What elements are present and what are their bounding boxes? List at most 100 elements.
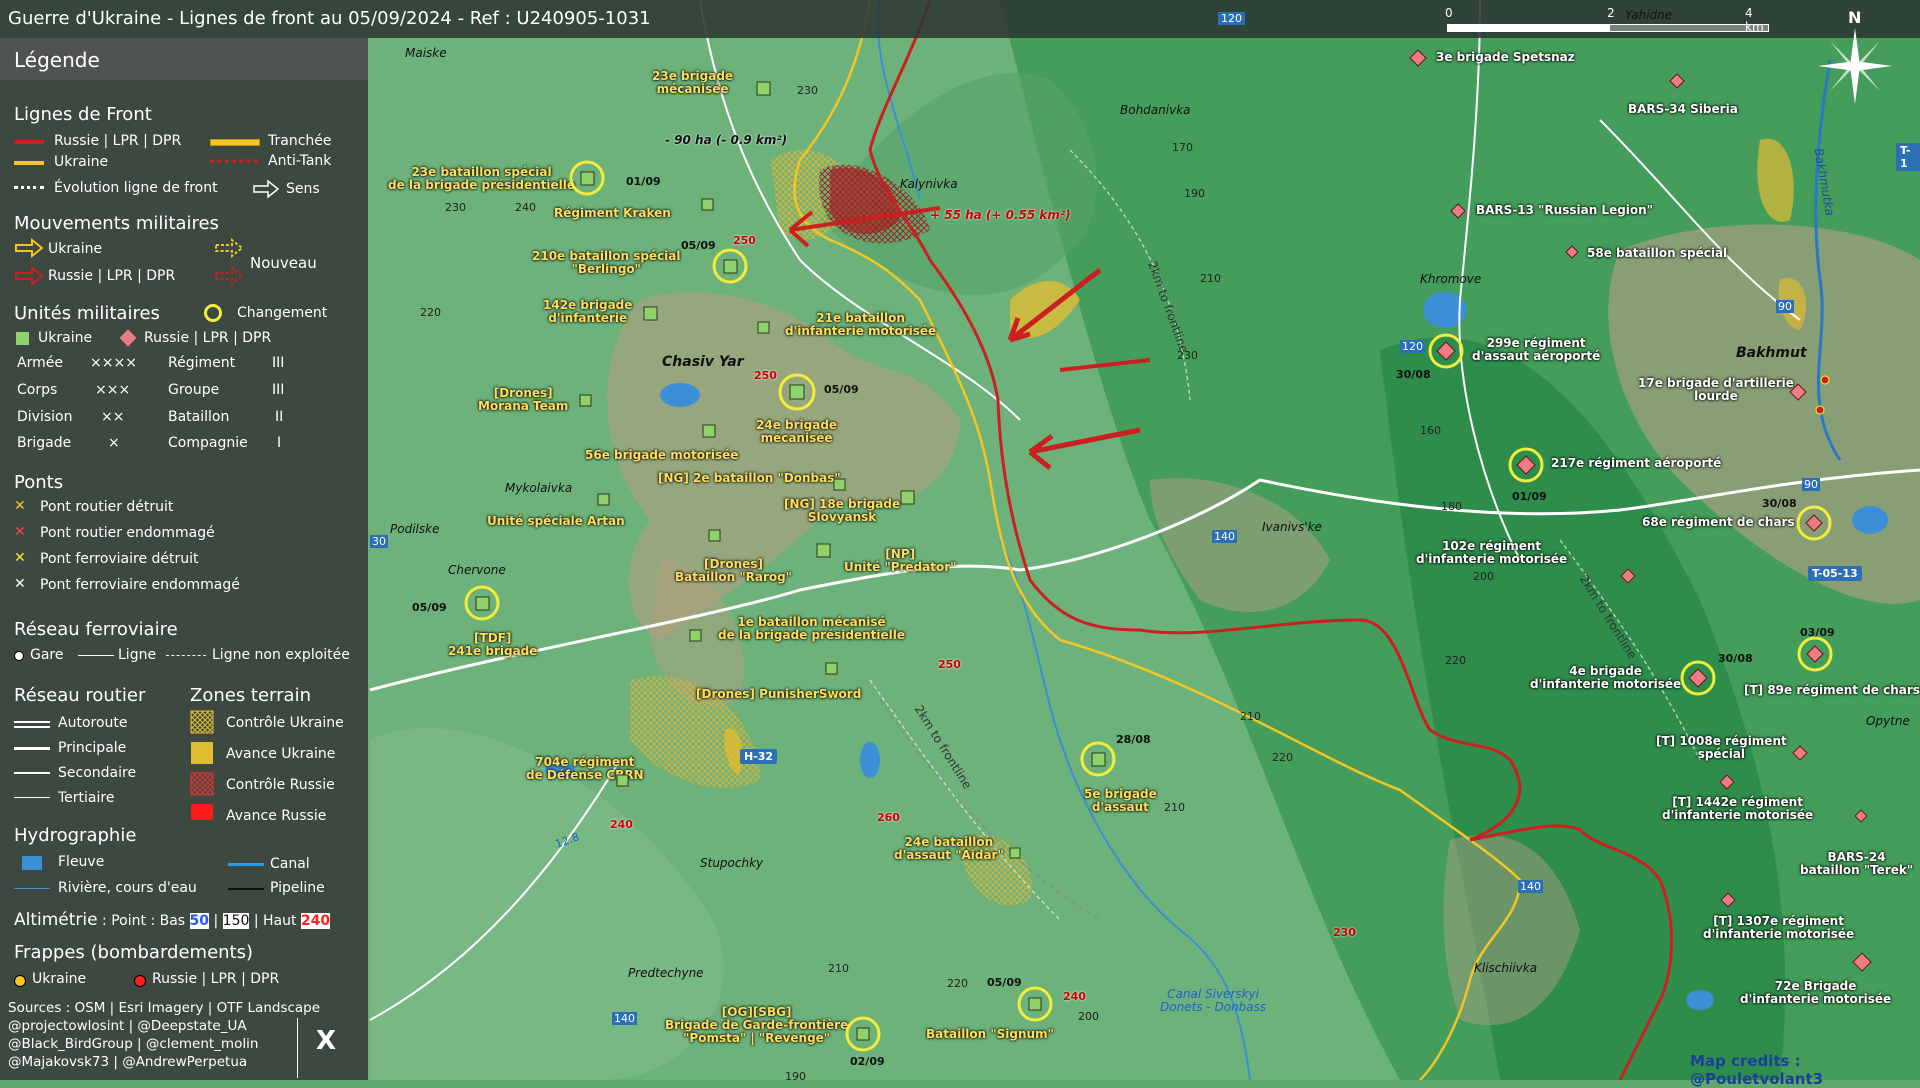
sources-line: Sources : OSM | Esri Imagery | OTF Lands… (8, 1000, 321, 1016)
unit-russia-4[interactable]: 4e brigade d'infanterie motorisée (1530, 665, 1681, 691)
unit-ukraine-704[interactable]: 704e régiment de Défense CBRN (526, 756, 644, 782)
alt-point: 200 (1078, 1010, 1099, 1023)
unit-russia-3spetsnaz[interactable]: 3e brigade Spetsnaz (1436, 51, 1575, 64)
alt-point: 220 (420, 306, 441, 319)
alt-point: 170 (1172, 141, 1193, 154)
unit-russia-102[interactable]: 102e régiment d'infanterie motorisée (1416, 540, 1567, 566)
unit-ukraine-21[interactable]: 21e bataillon d'infanterie motorisée (785, 312, 936, 338)
unit-ukraine-artan[interactable]: Unité spéciale Artan (487, 515, 625, 528)
unit-label: 68e régiment de chars (1642, 515, 1795, 529)
unit-russia-bars34[interactable]: BARS-34 Siberia (1628, 103, 1738, 116)
legend-swatch-secondary (14, 772, 50, 774)
unit-russia-217[interactable]: 217e régiment aéroporté (1551, 457, 1721, 470)
legend-rail-heading: Réseau ferroviaire (14, 619, 178, 640)
alt-point: 230 (1333, 926, 1356, 939)
place-kalynivka: Kalynivka (900, 177, 958, 191)
legend-hydro-canal: Canal (270, 856, 310, 872)
map-credits: Map credits : @Pouletvolant3 (1690, 1052, 1824, 1088)
unit-russia-58[interactable]: 58e bataillon spécial (1587, 247, 1727, 260)
unit-ukraine-23meca[interactable]: 23e brigade mécanisée (652, 70, 733, 96)
unit-date: 05/09 (681, 239, 716, 252)
echelon-symbol: III (272, 382, 285, 398)
unit-ukraine-241[interactable]: [TDF] 241e brigade (448, 632, 537, 658)
unit-ukraine-142[interactable]: 142e brigade d'infanterie (543, 299, 632, 325)
unit-date: 02/09 (850, 1055, 885, 1068)
place-predtechyne: Predtechyne (628, 966, 704, 980)
unit-ukraine-signum[interactable]: Bataillon "Signum" (926, 1028, 1054, 1041)
unit-ukraine-morana[interactable]: [Drones] Morana Team (478, 387, 568, 413)
legend-road-4: Tertiaire (58, 790, 115, 806)
legend-zone-4: Avance Russie (226, 808, 327, 824)
legend-zone-2: Avance Ukraine (226, 746, 336, 762)
place-khromove: Khromove (1420, 272, 1482, 286)
arrow-ukraine-icon (15, 238, 44, 258)
x-logo-icon[interactable]: X (316, 1026, 336, 1056)
alt-point: 120 (1400, 340, 1425, 353)
unit-ukraine-210[interactable]: 210e bataillon spécial "Berlingo" (532, 250, 681, 276)
unit-ukraine-18[interactable]: [NG] 18e brigade Slovyansk (784, 498, 900, 524)
unit-russia-17[interactable]: 17e brigade d'artillerie lourde (1638, 377, 1794, 403)
sources-line[interactable]: @projectowlosint | @Deepstate_UA (8, 1018, 247, 1034)
unit-ukraine-predator[interactable]: [NP] Unité "Predator" (844, 548, 956, 574)
unit-ukraine-23bat[interactable]: 23e bataillon spécial de la brigade prés… (388, 166, 575, 192)
unit-russia-68[interactable]: 68e régiment de chars (1642, 516, 1795, 529)
unit-russia-bars13[interactable]: BARS-13 "Russian Legion" (1476, 204, 1653, 217)
echelon-symbol: ×× (101, 409, 125, 425)
sources-line[interactable]: @Majakovsk73 | @AndrewPerpetua (8, 1054, 247, 1070)
unit-ukraine-aidar[interactable]: 24e bataillon d'assaut "Aidar" (894, 836, 1004, 862)
alt-point: 250 (938, 658, 961, 671)
station-icon (14, 651, 24, 661)
unit-russia-1442[interactable]: [T] 1442e régiment d'infanterie motorisé… (1662, 796, 1813, 822)
unit-ukraine-24[interactable]: 24e brigade mécanisée (756, 419, 837, 445)
unit-label: Bataillon "Signum" (926, 1027, 1054, 1041)
unit-ukraine-rarog[interactable]: [Drones] Bataillon "Rarog" (675, 558, 792, 584)
unit-label: Régiment Kraken (554, 206, 671, 220)
unit-russia-1008[interactable]: [T] 1008e régiment spécial (1656, 735, 1787, 761)
unit-russia-299[interactable]: 299e régiment d'assaut aéroporté (1472, 337, 1600, 363)
alt-point: 180 (1441, 500, 1462, 513)
unit-russia-1307[interactable]: [T] 1307e régiment d'infanterie motorisé… (1703, 915, 1854, 941)
arrow-russia-icon (15, 266, 44, 286)
unit-label: 24e brigade mécanisée (756, 418, 838, 445)
unit-ukraine-56[interactable]: 56e brigade motorisée (585, 449, 738, 462)
unit-label: [OG][SBG] Brigade de Garde-frontière "Po… (665, 1005, 849, 1045)
sources-divider (297, 1018, 298, 1078)
unit-ukraine-donbas[interactable]: [NG] 2e bataillon "Donbas" (658, 472, 841, 485)
unit-label: [T] 1307e régiment d'infanterie motorisé… (1703, 914, 1855, 941)
legend-moves-ukraine: Ukraine (48, 241, 103, 257)
legend-alt: Altimétrie : Point : Bas 50 | 150 | Haut… (14, 910, 331, 930)
unit-ukraine-kraken[interactable]: Régiment Kraken (554, 207, 671, 220)
place-mykolaivka: Mykolaivka (505, 481, 573, 495)
unit-ukraine-5[interactable]: 5e brigade d'assaut (1084, 788, 1157, 814)
legend-title: Légende (14, 48, 100, 72)
legend-units-russia: Russie | LPR | DPR (144, 330, 272, 346)
unit-label: BARS-34 Siberia (1628, 102, 1738, 116)
legend-swatch-trench (210, 139, 260, 146)
legend-front-trench: Tranchée (268, 133, 332, 149)
unit-russia-89[interactable]: [T] 89e régiment de chars (1744, 684, 1920, 697)
unit-russia-72[interactable]: 72e Brigade d'infanterie motorisée (1740, 980, 1891, 1006)
unit-ukraine-pomsta[interactable]: [OG][SBG] Brigade de Garde-frontière "Po… (665, 1006, 848, 1045)
unit-date: 30/08 (1762, 497, 1797, 510)
sources-line[interactable]: @Black_BirdGroup | @clement_molin (8, 1036, 258, 1052)
unit-label: 23e brigade mécanisée (652, 69, 734, 96)
legend-units-heading: Unités militaires (14, 303, 160, 324)
unit-label: Unité spéciale Artan (487, 514, 625, 528)
alt-point: 210 (1164, 801, 1185, 814)
legend-strikes-russia: Russie | LPR | DPR (152, 971, 280, 987)
scale-label-2: 2 (1607, 6, 1615, 20)
legend-hydro-pipeline: Pipeline (270, 880, 325, 896)
echelon-symbol: × (108, 435, 120, 451)
legend-swatch-canal (228, 863, 264, 866)
unit-label: 72e Brigade d'infanterie motorisée (1740, 979, 1892, 1006)
echelon-name: Armée (17, 355, 63, 371)
unit-ukraine-1meca[interactable]: 1e bataillon mécanisé de la brigade prés… (718, 616, 905, 642)
legend-road-1: Autoroute (58, 715, 128, 731)
unit-russia-bars24[interactable]: BARS-24 bataillon "Terek" (1800, 851, 1913, 877)
legend-moves-russia: Russie | LPR | DPR (48, 268, 176, 284)
place-klischiivka: Klischiivka (1474, 961, 1538, 975)
unit-ukraine-punisher[interactable]: [Drones] PunisherSword (696, 688, 861, 701)
alt-point: 120 (1218, 12, 1245, 25)
unit-date: 30/08 (1396, 368, 1431, 381)
legend-bridge-2: Pont routier endommagé (40, 525, 215, 541)
